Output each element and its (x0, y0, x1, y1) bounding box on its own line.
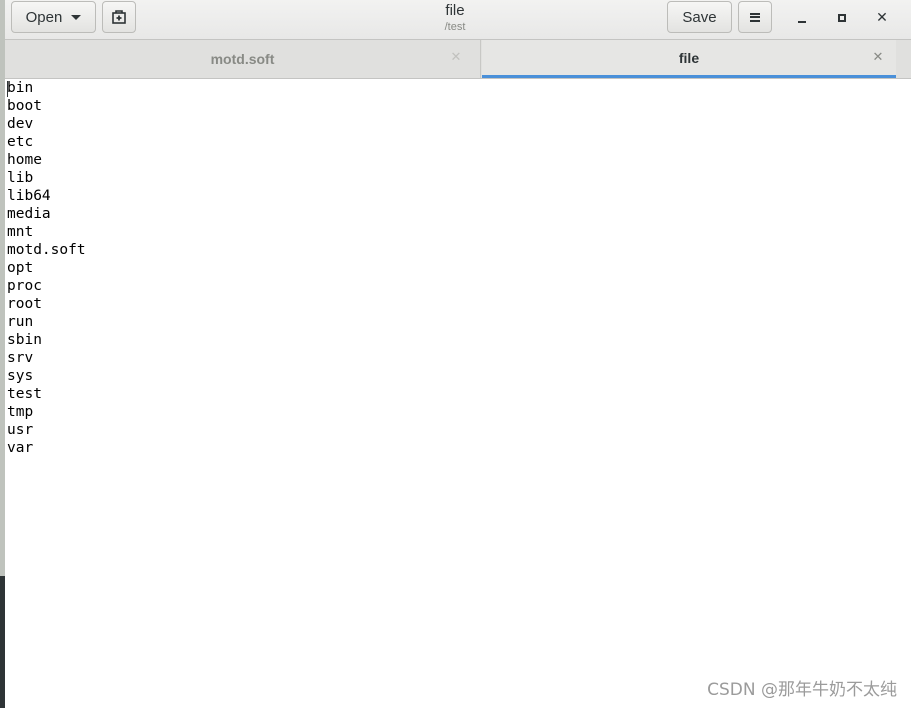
document-line: opt (7, 260, 34, 276)
close-window-button[interactable]: ✕ (869, 6, 895, 30)
tab-bar: motd.soft ✕ file ✕ (5, 40, 911, 79)
document-line: proc (7, 278, 42, 294)
document-line: var (7, 440, 34, 456)
minimize-button[interactable] (789, 6, 815, 30)
document-line: srv (7, 350, 34, 366)
document-line: home (7, 152, 42, 168)
maximize-icon (838, 14, 846, 22)
document-line: sys (7, 368, 34, 384)
chevron-down-icon (71, 15, 82, 20)
document-line: bin (7, 80, 34, 96)
save-button[interactable]: Save (667, 1, 732, 33)
document-line: root (7, 296, 42, 312)
document-line: usr (7, 422, 34, 438)
text-editor-window: Open file /test Save ✕ motd.soft ✕ file … (5, 0, 911, 708)
document-line: dev (7, 116, 34, 132)
document-line: lib64 (7, 188, 51, 204)
close-icon: ✕ (876, 10, 888, 26)
window-title: file (445, 2, 465, 19)
watermark: CSDN @那年牛奶不太纯 (707, 680, 897, 700)
tab-label: file (678, 49, 700, 66)
document-line: mnt (7, 224, 34, 240)
window-subtitle: /test (444, 21, 466, 33)
header-bar: Open file /test Save ✕ (5, 0, 911, 40)
text-editor-area[interactable]: bin boot dev etc home lib lib64 media mn… (5, 79, 911, 708)
text-cursor (7, 81, 8, 97)
tab-label: motd.soft (210, 51, 275, 67)
tab-close-icon[interactable]: ✕ (870, 50, 886, 66)
document-line: etc (7, 134, 34, 150)
maximize-button[interactable] (829, 6, 855, 30)
title-block: file /test (335, 0, 575, 34)
new-document-button[interactable] (102, 1, 136, 33)
document-line: boot (7, 98, 42, 114)
document-line: lib (7, 170, 34, 186)
open-button[interactable]: Open (11, 1, 96, 33)
open-button-label: Open (25, 8, 63, 26)
document-line: media (7, 206, 51, 222)
tab-file[interactable]: file ✕ (482, 40, 896, 78)
new-document-icon (112, 10, 126, 24)
tab-close-icon[interactable]: ✕ (448, 50, 464, 66)
tab-motd-soft[interactable]: motd.soft ✕ (5, 40, 481, 78)
document-line: motd.soft (7, 242, 86, 258)
document-lines: bin boot dev etc home lib lib64 media mn… (7, 79, 86, 457)
minimize-icon (798, 20, 806, 23)
document-line: sbin (7, 332, 42, 348)
menu-button[interactable] (738, 1, 772, 33)
hamburger-menu-icon (750, 12, 760, 22)
document-line: test (7, 386, 42, 402)
document-line: run (7, 314, 34, 330)
document-line: tmp (7, 404, 34, 420)
